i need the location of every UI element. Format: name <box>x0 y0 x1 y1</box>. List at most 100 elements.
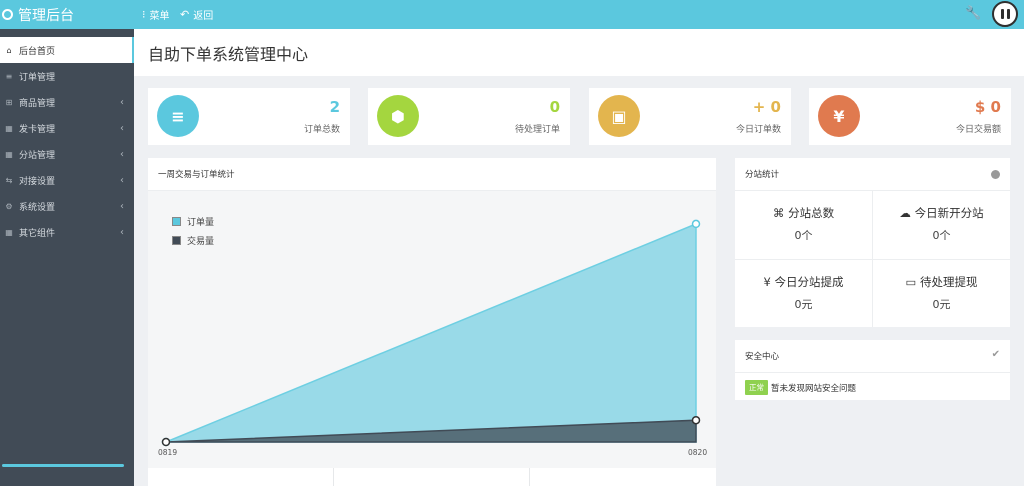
chart-panel: 一周交易与订单统计 订单量 交易量 0819 0820 <box>148 158 716 486</box>
top-bar: 管理后台 ⁝ 菜单 ↶ 返回 🔧 <box>0 0 1024 29</box>
substation-stat: ⌘ 分站总数 0个 <box>735 191 872 259</box>
pause-button[interactable] <box>992 1 1018 27</box>
yen-icon: ¥ <box>763 275 771 289</box>
sidebar-item[interactable]: ▦ 分站管理 ‹ <box>0 141 134 167</box>
substation-stat-value: 0个 <box>932 229 951 242</box>
wrench-icon[interactable]: 🔧 <box>965 6 981 21</box>
substation-stat-title: 分站总数 <box>788 206 835 220</box>
chevron-left-icon: ‹ <box>120 96 124 108</box>
substation-panel: 分站统计 ⌘ 分站总数 0个 ☁ 今日新开分站 0个 ¥ 今日分站提成 0元 ▭ 待处理提现… <box>735 158 1010 327</box>
chevron-left-icon: ‹ <box>120 226 124 238</box>
substation-stat-title: 待处理提现 <box>920 275 978 289</box>
sidebar-item[interactable]: ⊞ 商品管理 ‹ <box>0 89 134 115</box>
sidebar-item-label: 系统设置 <box>19 202 56 213</box>
gear-icon: ⚙ <box>5 201 13 211</box>
stat-card[interactable]: ▣ + 0 今日订单数 <box>589 88 791 145</box>
list-icon: ≡ <box>5 71 13 81</box>
money-icon: ▭ <box>905 275 917 289</box>
legend-label: 交易量 <box>187 237 215 247</box>
cart-icon: ⊞ <box>5 97 13 107</box>
chart-area: 订单量 交易量 0819 0820 <box>148 191 716 468</box>
stat-label: 今日订单数 <box>735 125 781 135</box>
chart-footer <box>148 468 716 486</box>
x-tick-label: 0820 <box>688 448 708 457</box>
chart-panel-title: 一周交易与订单统计 <box>148 158 716 191</box>
stat-label: 待处理订单 <box>514 125 560 135</box>
legend-swatch <box>172 236 181 245</box>
legend-swatch <box>172 217 181 226</box>
area-chart <box>161 219 701 447</box>
security-panel-title: 安全中心 <box>735 340 1010 373</box>
chevron-left-icon: ‹ <box>120 200 124 212</box>
chevron-left-icon: ‹ <box>120 148 124 160</box>
sidebar-item-label: 发卡管理 <box>19 124 56 135</box>
sidebar-item[interactable]: ⌂ 后台首页 <box>0 37 134 63</box>
data-point[interactable] <box>691 415 701 425</box>
stat-card[interactable]: ⬢ 0 待处理订单 <box>368 88 570 145</box>
back-label: 返回 <box>193 11 214 22</box>
legend-item[interactable]: 交易量 <box>172 234 214 247</box>
substation-stat-title: 今日新开分站 <box>914 206 984 220</box>
status-badge: 正常 <box>745 380 768 395</box>
stat-value: 2 <box>329 98 340 116</box>
brand-title: 管理后台 <box>18 7 74 24</box>
sidebar-item[interactable]: ▦ 其它组件 ‹ <box>0 219 134 245</box>
sidebar-item-label: 其它组件 <box>19 228 56 239</box>
pause-icon <box>1000 9 1004 19</box>
substation-stat-title: 今日分站提成 <box>774 275 844 289</box>
sitemap-icon: ⌘ <box>772 206 785 220</box>
chevron-left-icon: ‹ <box>120 174 124 186</box>
sidebar-item[interactable]: ⇆ 对接设置 ‹ <box>0 167 134 193</box>
substation-stat: ¥ 今日分站提成 0元 <box>735 260 872 328</box>
legend-label: 订单量 <box>187 218 215 228</box>
sidebar-item-label: 分站管理 <box>19 150 56 161</box>
substation-stat-value: 0元 <box>794 298 813 311</box>
menu-button[interactable]: ⁝ 菜单 <box>142 0 170 29</box>
data-point[interactable] <box>161 437 171 447</box>
security-status: 正常 暂未发现网站安全问题 <box>745 380 856 395</box>
vertical-dots-icon: ⁝ <box>142 8 146 21</box>
menu-label: 菜单 <box>149 11 170 22</box>
sidebar-item[interactable]: ≡ 订单管理 <box>0 63 134 89</box>
yen-icon: ¥ <box>818 95 860 137</box>
home-icon: ⌂ <box>6 45 12 55</box>
list-icon: ≡ <box>157 95 199 137</box>
sidebar-item-label: 订单管理 <box>19 72 56 83</box>
stat-value: 0 <box>549 98 560 116</box>
cube-icon: ⬢ <box>377 95 419 137</box>
chevron-left-icon: ‹ <box>120 122 124 134</box>
data-point[interactable] <box>691 219 701 229</box>
security-panel: 安全中心 ✔ 正常 暂未发现网站安全问题 <box>735 340 1010 400</box>
cloud-icon: ☁ <box>899 206 911 220</box>
substation-stat-value: 0元 <box>932 298 951 311</box>
sidebar-scrollbar[interactable] <box>2 464 124 467</box>
substation-stat-value: 0个 <box>794 229 813 242</box>
status-dot-icon[interactable] <box>991 170 1000 179</box>
stat-value: + 0 <box>752 98 781 116</box>
check-icon: ✔ <box>991 349 1000 360</box>
security-message: 暂未发现网站安全问题 <box>771 383 857 394</box>
briefcase-icon: ▣ <box>598 95 640 137</box>
grid-icon: ▦ <box>5 227 13 237</box>
sidebar: ⌂ 后台首页 ≡ 订单管理 ⊞ 商品管理 ‹ ▦ 发卡管理 ‹ ▦ 分站管理 ‹ ⇆ 对接设置 ‹ ⚙ 系统设置 ‹… <box>0 29 134 486</box>
stat-card[interactable]: ≡ 2 订单总数 <box>148 88 350 145</box>
back-arrow-icon: ↶ <box>180 8 190 21</box>
page-title: 自助下单系统管理中心 <box>134 29 1024 76</box>
legend-item[interactable]: 订单量 <box>172 215 214 228</box>
sidebar-item-label: 后台首页 <box>19 46 56 57</box>
sidebar-item[interactable]: ▦ 发卡管理 ‹ <box>0 115 134 141</box>
grid-icon: ▦ <box>5 123 13 133</box>
substation-stat: ☁ 今日新开分站 0个 <box>873 191 1010 259</box>
stat-label: 订单总数 <box>303 125 340 135</box>
sidebar-item[interactable]: ⚙ 系统设置 ‹ <box>0 193 134 219</box>
substation-panel-title: 分站统计 <box>735 158 1010 191</box>
stat-label: 今日交易额 <box>955 125 1001 135</box>
brand-icon <box>2 9 13 20</box>
back-button[interactable]: ↶ 返回 <box>180 0 213 29</box>
brand[interactable]: 管理后台 <box>0 0 134 29</box>
sidebar-item-label: 商品管理 <box>19 98 56 109</box>
stat-value: $ 0 <box>974 98 1001 116</box>
stat-card[interactable]: ¥ $ 0 今日交易额 <box>809 88 1011 145</box>
series-area <box>165 222 697 443</box>
substation-stat: ▭ 待处理提现 0元 <box>873 260 1010 328</box>
